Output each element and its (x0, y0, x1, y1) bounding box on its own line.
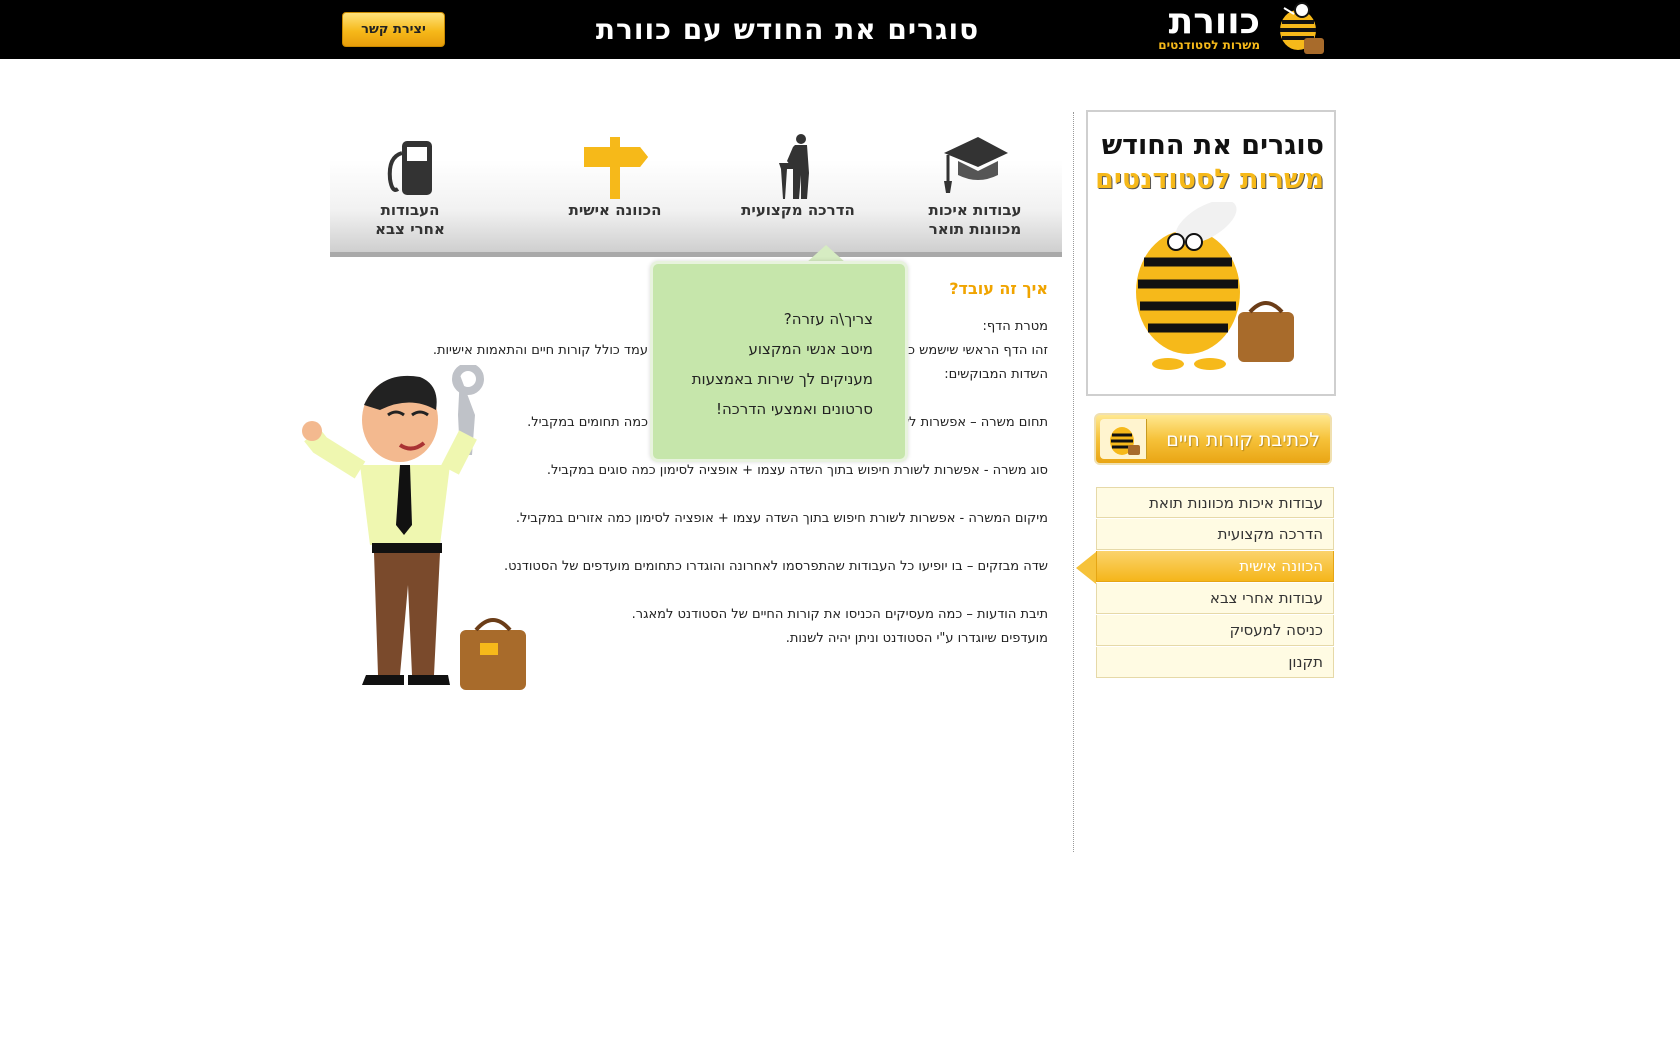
nav-label-line2: אחרי צבא (375, 220, 445, 238)
nav-label-line1: עבודות איכות (928, 201, 1022, 219)
sidebar-item-after-army[interactable]: עבודות אחרי צבא (1096, 583, 1334, 614)
intro-text-start: זהו הדף הראשי שישמש כמ (899, 343, 1048, 358)
sidebar-menu: עבודות איכות מכוונות תואת הדרכה מקצועית … (1096, 487, 1334, 679)
field-inbox: תיבת הודעות – כמה מעסיקים הכניסו את קורו… (631, 607, 1048, 622)
field-type: סוג משרה - אפשרות לשורת חיפוש בתוך השדה … (546, 463, 1048, 478)
popup-line: מיטב אנשי המקצוע (748, 340, 874, 358)
bee-icon (1280, 2, 1324, 54)
professional-guide-icon (779, 134, 809, 199)
field-area-start: תחום משרה – אפשרות לש (899, 415, 1048, 430)
popup-line: מעניקים לך שירות באמצעות (691, 370, 873, 388)
nav-item-quality-jobs[interactable]: עבודות איכות מכוונות תואר (920, 133, 1030, 239)
icon-nav-bar: עבודות איכות מכוונות תואר הדרכה מקצועית … (330, 134, 1062, 257)
bee-mascot-icon (1136, 202, 1294, 370)
sidebar-item-terms[interactable]: תקנון (1096, 647, 1334, 678)
field-location: מיקום המשרה - אפשרות לשורת חיפוש בתוך הש… (515, 511, 1048, 526)
nav-label-line1: הדרכה מקצועית (741, 201, 855, 219)
sidebar-item-employer-login[interactable]: כניסה למעסיק (1096, 615, 1334, 646)
signpost-icon (584, 137, 648, 199)
fuel-pump-icon (387, 141, 432, 195)
help-popup: צריך\ה עזרה? מיטב אנשי המקצוע מעניקים לך… (650, 261, 908, 462)
site-logo[interactable]: כוורת משרות לסטודנטים (1150, 0, 1330, 59)
logo-text: כוורת (1168, 1, 1260, 42)
active-item-indicator (1076, 552, 1096, 584)
fields-label: השדות המבוקשים: (944, 367, 1048, 382)
popup-line: סרטונים ואמצעי הדרכה! (715, 400, 873, 418)
content-heading: איך זה עובד? (949, 279, 1048, 298)
contact-button[interactable]: יצירת קשר (342, 12, 445, 47)
header-slogan: סוגרים את החודש עם כוורת (595, 13, 980, 46)
poster-line1: סוגרים את החודש (1101, 130, 1324, 161)
top-header: יצירת קשר סוגרים את החודש עם כוורת כוורת… (0, 0, 1680, 59)
sidebar-item-quality-jobs[interactable]: עבודות איכות מכוונות תואת (1096, 487, 1334, 518)
field-favorites: מועדפים שיוגדרו ע"י הסטודנט וניתן יהיה ל… (785, 631, 1048, 646)
logo-subtitle: משרות לסטודנטים (1158, 38, 1260, 52)
write-cv-label: לכתיבת קורות חיים (1166, 429, 1320, 451)
nav-label-line2: מכוונות תואר (928, 220, 1022, 238)
field-area-end: כמה תחומים במקביל. (527, 415, 648, 430)
bee-icon (1100, 419, 1147, 459)
nav-item-professional-guidance[interactable]: הדרכה מקצועית (728, 133, 868, 220)
promo-poster: סוגרים את החודש משרות לסטודנטים (1086, 110, 1336, 396)
sidebar-item-professional-guidance[interactable]: הדרכה מקצועית (1096, 519, 1334, 550)
nav-label-line1: הכוונה אישית (568, 201, 662, 219)
popup-line: צריך\ה עזרה? (783, 310, 873, 328)
write-cv-button[interactable]: לכתיבת קורות חיים (1094, 413, 1332, 465)
sidebar-item-personal-guidance[interactable]: הכוונה אישית (1096, 551, 1334, 582)
nav-item-personal-guidance[interactable]: הכוונה אישית (550, 133, 680, 220)
field-featured: שדה מבזקים – בו יופיעו כל העבודות שהתפרס… (504, 559, 1048, 574)
nav-label-line1: העבודות (380, 201, 440, 219)
nav-item-after-army[interactable]: העבודות אחרי צבא (360, 133, 460, 239)
column-divider (1073, 112, 1074, 852)
businessman-illustration (302, 365, 526, 690)
goal-label: מטרת הדף: (982, 319, 1048, 334)
poster-line2: משרות לסטודנטים (1095, 164, 1324, 195)
intro-text-end: עמד כולל קורות חיים והתאמות אישיות. (432, 343, 648, 358)
graduation-cap-icon (944, 137, 1008, 193)
